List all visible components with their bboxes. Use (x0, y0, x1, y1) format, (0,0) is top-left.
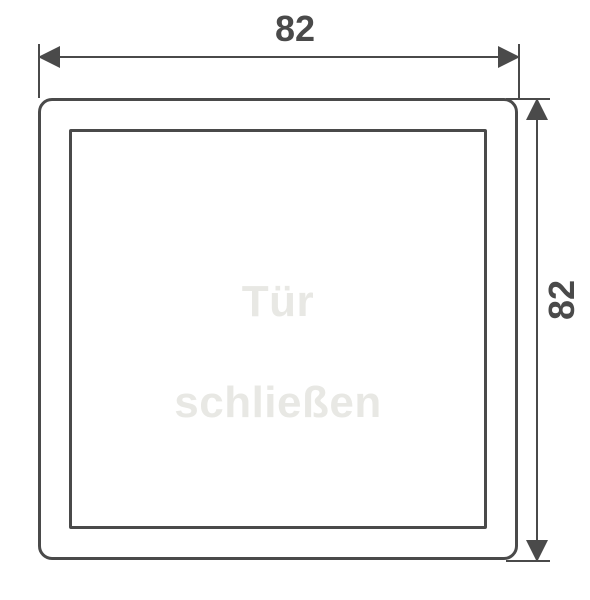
dimension-drawing: 82 82 Tür schließen (0, 0, 590, 600)
push-plate-inner: Tür schließen (69, 129, 487, 529)
arrow-up-icon (526, 98, 548, 120)
extension-line (38, 44, 40, 98)
push-plate-outer: Tür schließen (38, 98, 518, 560)
extension-line (518, 44, 520, 98)
height-dimension-line (536, 98, 538, 562)
plate-text-line2: schließen (174, 378, 381, 427)
width-dimension-label: 82 (0, 8, 590, 50)
arrow-right-icon (498, 46, 520, 68)
arrow-left-icon (38, 46, 60, 68)
extension-line (506, 560, 550, 562)
width-dimension-line (38, 56, 520, 58)
extension-line (506, 98, 550, 100)
plate-text-line1: Tür (242, 277, 314, 326)
push-plate-text: Tür schließen (72, 227, 484, 429)
height-dimension-label: 82 (541, 280, 583, 320)
arrow-down-icon (526, 540, 548, 562)
